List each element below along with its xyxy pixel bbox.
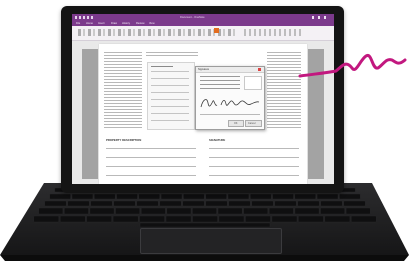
ink-stroke — [298, 53, 407, 78]
tablet-scene: Document - OneNote File Home Insert Draw… — [0, 0, 409, 263]
